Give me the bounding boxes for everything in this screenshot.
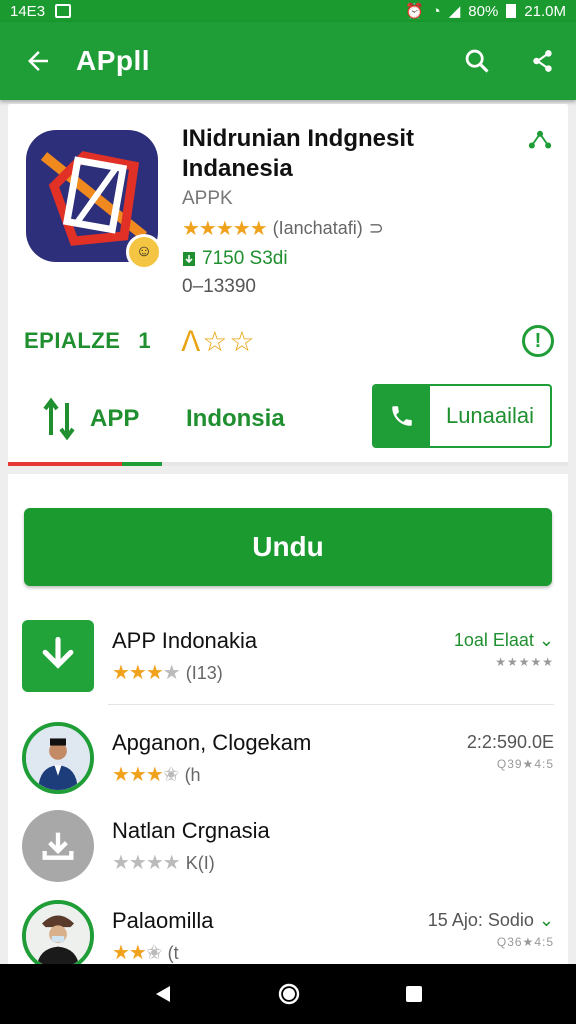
battery-icon — [506, 4, 517, 18]
install-button[interactable]: Undu — [24, 508, 552, 586]
list-item[interactable]: Natlan Crgnasia ★★★★ K(I) — [8, 802, 568, 892]
status-bar: 14E3 ⏰ ◔ ◢ 80% 21.0M — [0, 0, 576, 22]
share-icon — [533, 50, 552, 72]
search-button[interactable] — [444, 22, 510, 100]
list-item-meta: 15 Ajo: Sodio ⌄ Q36★4:5 — [428, 910, 554, 949]
list-item-subrating: ★★★★★ — [495, 655, 554, 669]
content-rating-number: 1 — [138, 328, 152, 353]
alarm-icon: ⏰ — [404, 3, 424, 20]
sort-arrows-icon — [43, 397, 75, 441]
list-item-name: APP Indonakia — [112, 628, 258, 653]
tab-indonesia[interactable]: Indonsia — [186, 405, 285, 433]
download-count-icon — [183, 252, 195, 266]
app-bar: APpll — [0, 22, 576, 100]
tab-app[interactable]: APP — [8, 397, 178, 441]
list-item-price: 15 Ajo: Sodio — [427, 910, 534, 930]
content-rating-row: EPIALZE 1 ⴷ☆☆ ! — [24, 325, 554, 357]
info-icon[interactable]: ! — [522, 325, 554, 357]
share-icon[interactable] — [526, 128, 554, 156]
back-button[interactable] — [0, 22, 76, 100]
signal-icon: ◢ — [448, 3, 461, 20]
star-rating: ★★★★★ — [182, 218, 268, 240]
avatar — [22, 722, 94, 794]
download-icon — [22, 620, 94, 692]
list-item-stars: ★★★★ (I13) — [112, 662, 223, 684]
list-item-price: 2:2:590.0E — [466, 732, 554, 752]
chevron-down-icon[interactable]: ⌄ — [539, 910, 554, 930]
search-icon — [465, 49, 489, 73]
list-item-stars: ★★★★ K(I) — [112, 852, 215, 874]
clock: 21.0M — [524, 2, 566, 20]
content-rating-stars: ⴷ☆☆ — [181, 325, 257, 357]
list-item-name: Natlan Crgnasia — [112, 818, 270, 843]
arrow-left-icon — [28, 51, 48, 71]
list-item-stars: ★★★✬ (h — [112, 764, 201, 786]
notification-icon — [55, 4, 72, 18]
tab-app-label: APP — [90, 405, 140, 432]
share-button[interactable] — [510, 22, 576, 100]
battery-text: 80% — [468, 2, 499, 20]
rating-count: (Ianchatafi) — [272, 218, 363, 238]
list-item-meta: 2:2:590.0E Q39★4:5 — [467, 732, 554, 771]
list-item-price: 1oal Elaat — [453, 630, 534, 650]
content-rating-label: EPIALZE — [24, 328, 121, 353]
rating-row: ★★★★★ (Ianchatafi) ⊃ — [182, 216, 384, 241]
phone-icon — [374, 386, 430, 446]
call-button[interactable]: Lunaailai — [372, 384, 552, 448]
avatar — [22, 900, 94, 972]
related-apps-card: Undu APP Indonakia ★★★★ (I13) 1oal Elaat … — [8, 474, 568, 972]
downloads-row: 7150 S3di — [182, 248, 288, 270]
download-tray-icon — [22, 810, 94, 882]
recents-nav-button[interactable] — [404, 984, 424, 1004]
face-icon: ☺ — [126, 234, 162, 270]
system-nav-bar — [0, 964, 576, 1024]
app-title: INidrunian Indgnesit Indanesia — [182, 125, 414, 182]
list-item[interactable]: Apganon, Clogekam ★★★✬ (h 2:2:590.0E Q39★… — [8, 714, 568, 804]
list-item-meta: 1oal Elaat ⌄ ★★★★★ — [454, 630, 554, 669]
app-size: 0–13390 — [182, 276, 256, 297]
divider — [108, 704, 554, 705]
wifi-icon: ◔ — [431, 2, 441, 20]
list-item[interactable]: APP Indonakia ★★★★ (I13) 1oal Elaat ⌄ ★★★… — [8, 612, 568, 702]
rating-suffix: ⊃ — [368, 218, 384, 238]
tab-row: APP Indonsia Lunaailai — [8, 374, 568, 464]
tab-indicator — [8, 462, 568, 466]
list-item-name: Palaomilla — [112, 908, 214, 933]
developer-name[interactable]: APPK — [182, 188, 233, 210]
page-title: APpll — [76, 45, 151, 76]
list-item-subrating: Q36★4:5 — [496, 935, 554, 949]
list-item-name: Apganon, Clogekam — [112, 730, 312, 755]
list-item-subrating: Q39★4:5 — [496, 757, 554, 771]
status-text: 14E3 — [10, 2, 46, 20]
home-nav-button[interactable] — [277, 982, 301, 1006]
app-details-card: ☺ INidrunian Indgnesit Indanesia APPK ★★… — [8, 104, 568, 466]
downloads-text: 7150 S3di — [202, 248, 288, 269]
list-item-stars: ★★✬ (t — [112, 942, 179, 964]
chevron-down-icon[interactable]: ⌄ — [539, 630, 554, 650]
back-nav-button[interactable] — [152, 983, 174, 1005]
call-button-label: Lunaailai — [445, 403, 535, 428]
